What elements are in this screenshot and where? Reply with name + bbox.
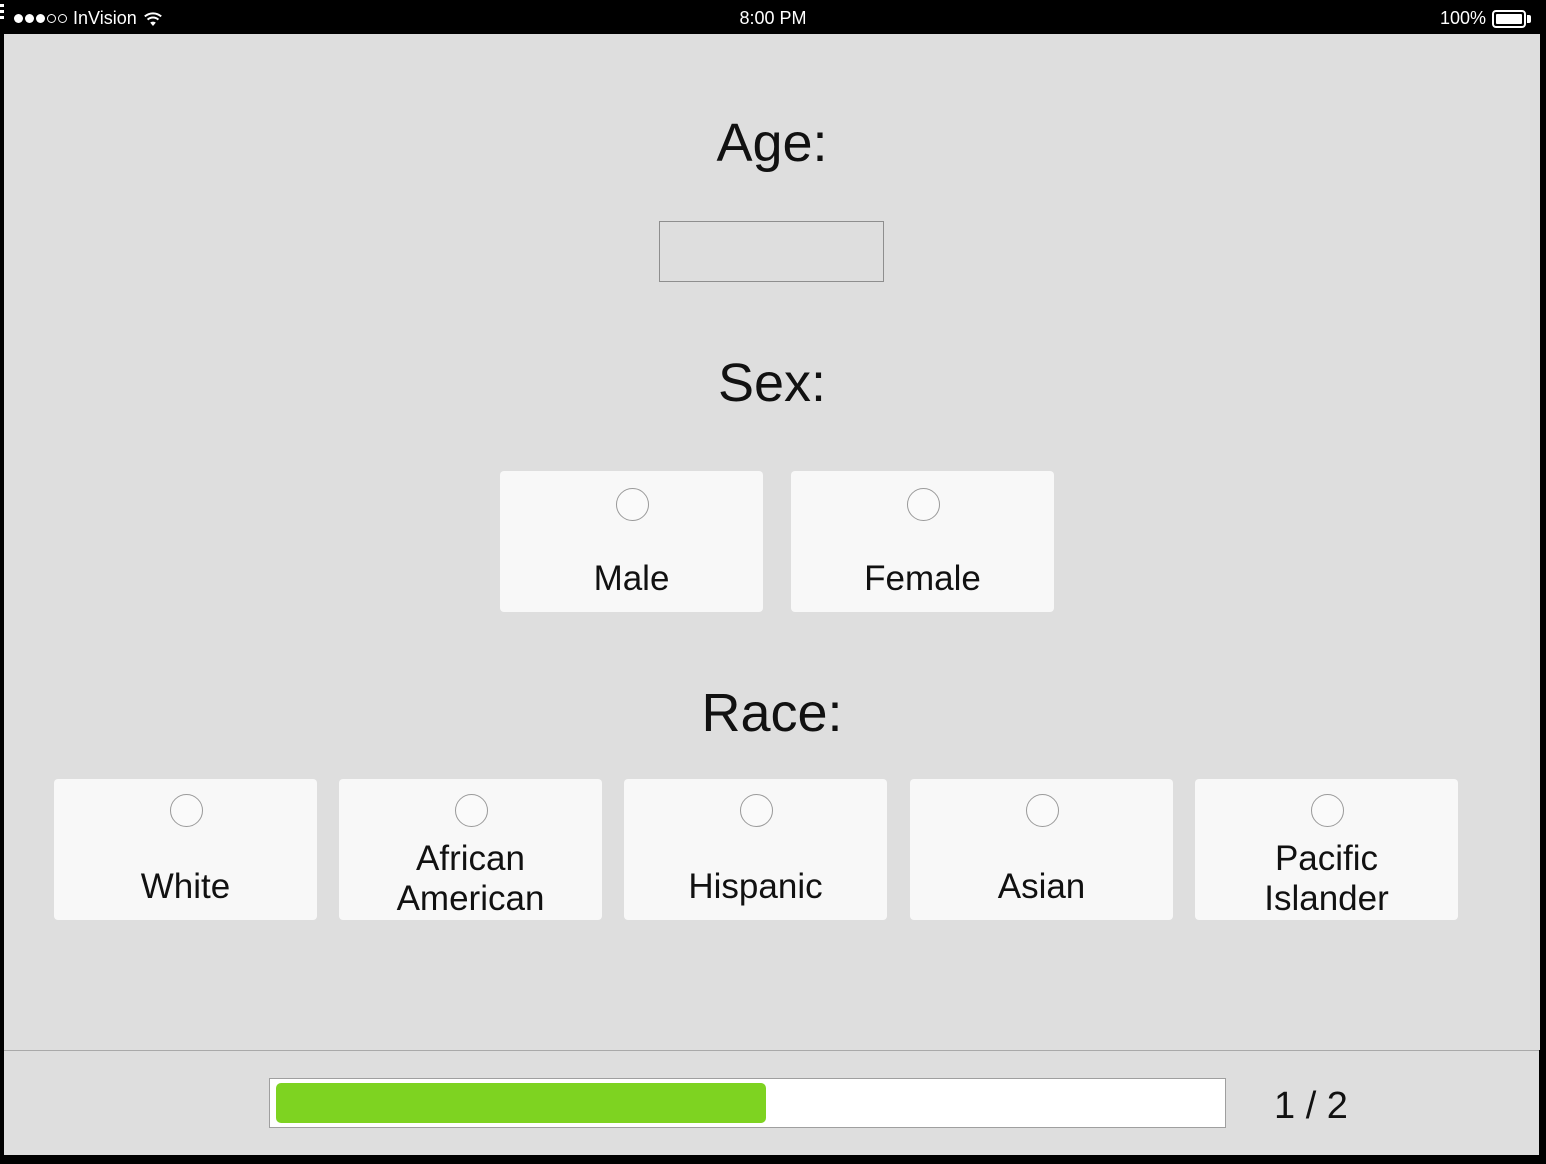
sex-option-female[interactable]: Female bbox=[791, 471, 1054, 612]
status-right: 100% bbox=[1440, 8, 1532, 29]
sex-heading: Sex: bbox=[717, 353, 827, 413]
status-bar: InVision 8:00 PM 100% bbox=[0, 0, 1546, 36]
progress-bar bbox=[269, 1078, 1226, 1128]
option-label: Hispanic bbox=[688, 867, 823, 906]
sex-option-male[interactable]: Male bbox=[500, 471, 763, 612]
radio-icon[interactable] bbox=[1025, 794, 1059, 827]
race-option-hispanic[interactable]: Hispanic bbox=[624, 779, 887, 920]
radio-icon[interactable] bbox=[906, 488, 940, 521]
battery-percent: 100% bbox=[1439, 8, 1486, 28]
race-option-asian[interactable]: Asian bbox=[910, 779, 1173, 920]
progress-fill bbox=[276, 1083, 766, 1123]
race-option-african-american[interactable]: African American bbox=[339, 779, 602, 920]
radio-icon[interactable] bbox=[1310, 794, 1344, 827]
radio-icon[interactable] bbox=[615, 488, 649, 521]
race-option-pacific-islander[interactable]: Pacific Islander bbox=[1195, 779, 1458, 920]
radio-icon[interactable] bbox=[739, 794, 773, 827]
option-label: Female bbox=[864, 559, 981, 598]
race-option-white[interactable]: White bbox=[54, 779, 317, 920]
option-label: Asian bbox=[997, 867, 1086, 906]
race-heading: Race: bbox=[701, 683, 843, 743]
form-area: Age: Sex: Male Female Race: White Africa… bbox=[4, 34, 1540, 1050]
option-label: Male bbox=[593, 559, 670, 598]
age-heading: Age: bbox=[716, 113, 828, 173]
status-time: 8:00 PM bbox=[739, 8, 807, 28]
option-label: African American bbox=[396, 839, 545, 918]
age-input[interactable] bbox=[659, 221, 884, 282]
option-label: Pacific Islander bbox=[1264, 839, 1389, 918]
progress-footer: 1 / 2 bbox=[4, 1050, 1539, 1155]
radio-icon[interactable] bbox=[454, 794, 488, 827]
option-label: White bbox=[140, 867, 231, 906]
radio-icon[interactable] bbox=[169, 794, 203, 827]
battery-icon bbox=[1492, 9, 1532, 28]
page-indicator: 1 / 2 bbox=[1274, 1085, 1348, 1127]
